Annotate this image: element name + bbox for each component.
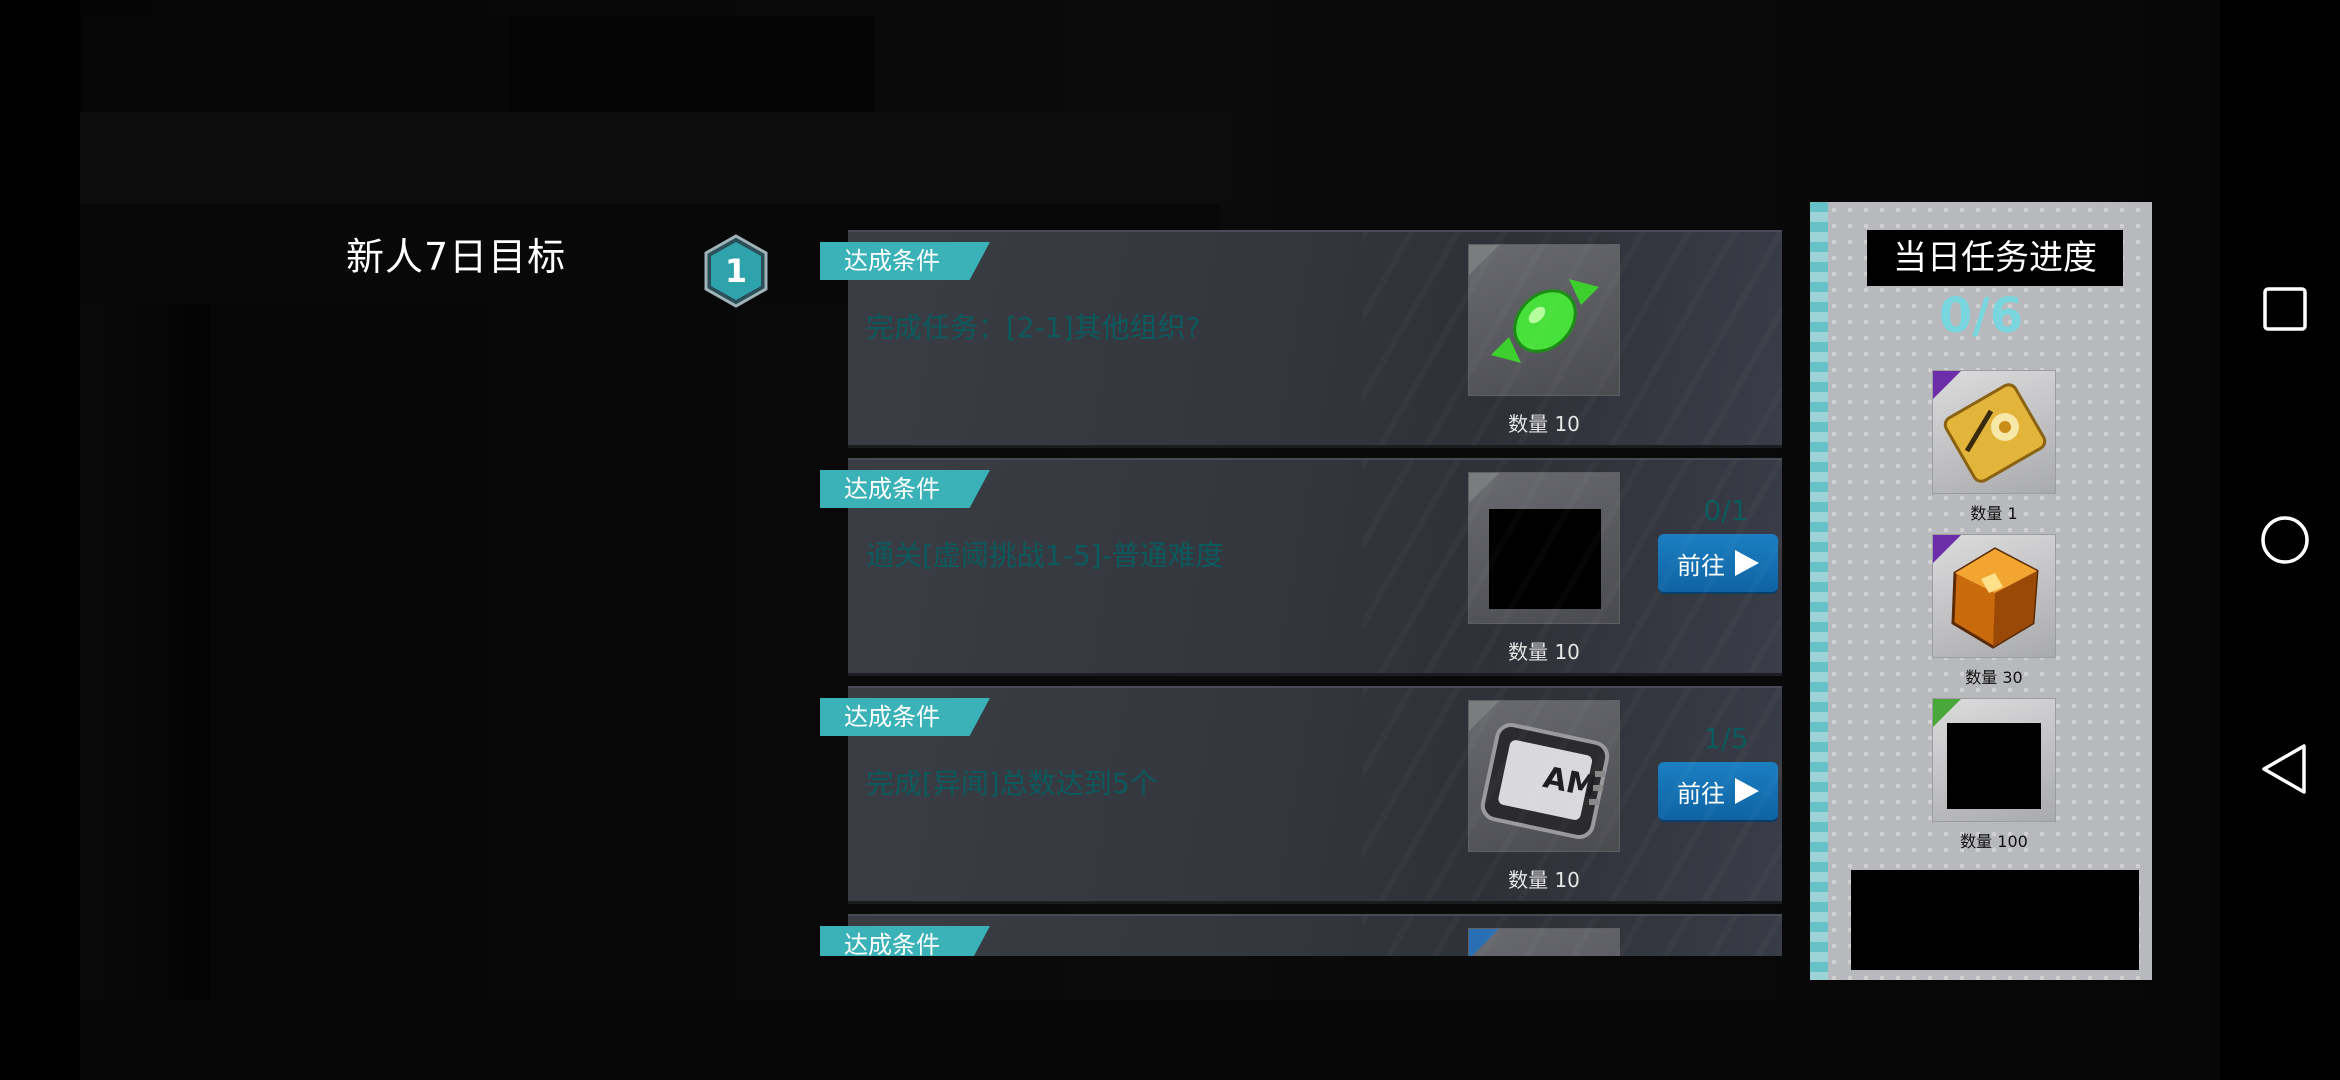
arti-mold-chip-icon: AM	[1480, 723, 1610, 839]
home-icon	[2261, 516, 2309, 564]
hidden-reward-icon	[1947, 723, 2041, 809]
rarity-corner	[1469, 929, 1499, 956]
progress-reward-quantity: 数量 100	[1960, 832, 2028, 851]
day-badge[interactable]: 1	[703, 234, 769, 308]
recent-apps-icon	[2263, 287, 2307, 331]
task-description: 完成任务：[2-1]其他组织?	[866, 311, 1201, 344]
progress-count: 0/6	[1938, 288, 2024, 344]
bottom-band	[80, 1000, 2220, 1080]
go-button-label: 前往	[1677, 551, 1725, 580]
progress-title: 当日任务进度	[1867, 230, 2123, 286]
top-panel-left	[82, 16, 502, 112]
go-button[interactable]: 前往	[1658, 762, 1778, 820]
daily-progress-panel: 当日任务进度 0/6 数量 1 数量 30 数量 100	[1810, 202, 2152, 980]
progress-reward-slot[interactable]	[1932, 534, 2056, 658]
left-column	[80, 304, 210, 1080]
task-card: 达成条件 完成[异闻]总数达到5个 AM 数量 10 1/5 前往	[820, 686, 1782, 904]
reward-quantity: 数量 10	[1508, 640, 1580, 664]
task-description: 通关[虚阈挑战1-5]-普通难度	[866, 539, 1224, 572]
app-screen: 新人7日目标 1 达成条件 完成任务：[2-1]其他组织? 数量 10 达成条件…	[0, 0, 2340, 1080]
reward-slot[interactable]	[1468, 928, 1620, 956]
progress-reward-quantity: 数量 1	[1970, 504, 2018, 523]
top-panel-right	[510, 16, 874, 112]
recent-apps-button[interactable]	[2256, 280, 2314, 338]
play-arrow-icon	[1735, 778, 1759, 804]
task-card: 达成条件	[820, 914, 1782, 956]
progress-reward-quantity: 数量 30	[1965, 668, 2023, 687]
hidden-reward-icon	[1489, 509, 1601, 609]
amber-cube-icon	[1951, 547, 2039, 649]
home-button[interactable]	[2256, 511, 2314, 569]
task-card: 达成条件 完成任务：[2-1]其他组织? 数量 10	[820, 230, 1782, 448]
progress-reward-slot[interactable]	[1932, 370, 2056, 494]
day-number: 1	[724, 252, 748, 290]
reward-slot[interactable]	[1468, 244, 1620, 396]
condition-tag: 达成条件	[820, 926, 990, 956]
task-progress: 0/1	[1703, 494, 1749, 527]
back-button[interactable]	[2256, 740, 2314, 798]
rarity-corner	[1469, 473, 1499, 503]
condition-tag: 达成条件	[820, 470, 990, 508]
task-list[interactable]: 达成条件 完成任务：[2-1]其他组织? 数量 10 达成条件 通关[虚阈挑战1…	[820, 228, 1784, 956]
reward-slot[interactable]	[1468, 472, 1620, 624]
back-icon	[2262, 744, 2306, 794]
task-card: 达成条件 通关[虚阈挑战1-5]-普通难度 数量 10 0/1 前往	[820, 458, 1782, 676]
reward-quantity: 数量 10	[1508, 868, 1580, 892]
system-nav-bar	[2230, 0, 2340, 1080]
gold-ticket-icon	[1943, 383, 2047, 483]
task-progress: 1/5	[1703, 722, 1749, 755]
task-description: 完成[异闻]总数达到5个	[866, 767, 1158, 800]
go-button-label: 前往	[1677, 779, 1725, 808]
header-band	[80, 112, 1230, 204]
claim-area[interactable]	[1851, 870, 2139, 970]
progress-reward-slot[interactable]	[1932, 698, 2056, 822]
condition-tag: 达成条件	[820, 698, 990, 736]
page-title: 新人7日目标	[346, 235, 567, 279]
condition-tag: 达成条件	[820, 242, 990, 280]
play-arrow-icon	[1735, 550, 1759, 576]
reward-slot[interactable]: AM	[1468, 700, 1620, 852]
green-candy-icon	[1491, 279, 1599, 363]
go-button[interactable]: 前往	[1658, 534, 1778, 592]
reward-quantity: 数量 10	[1508, 412, 1580, 436]
